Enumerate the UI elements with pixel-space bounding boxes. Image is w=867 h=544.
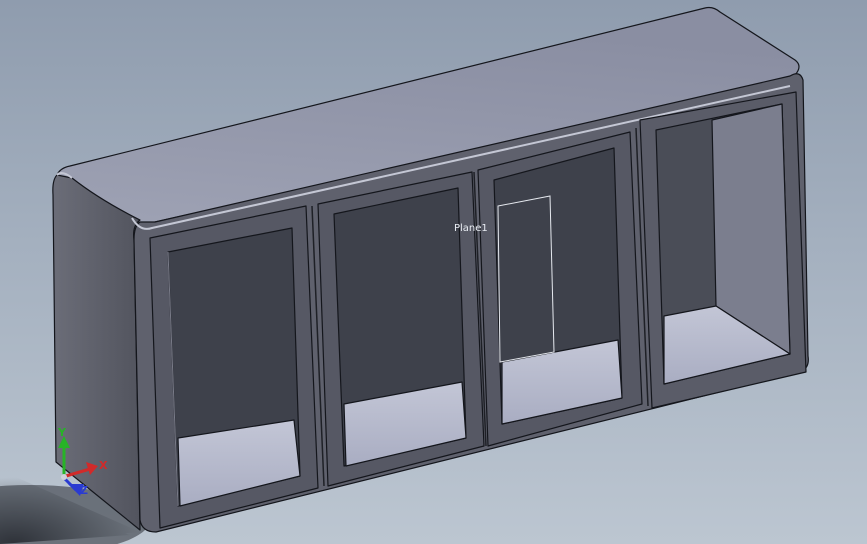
x-axis-label: X [99, 459, 108, 472]
open-compartment[interactable] [639, 91, 807, 409]
door-1[interactable] [149, 205, 319, 529]
graphics-viewport[interactable]: Plane1 Y X Z [0, 0, 867, 544]
z-axis-label: Z [80, 484, 88, 497]
y-axis-label: Y [57, 426, 67, 439]
door-2[interactable] [317, 171, 485, 487]
door-3[interactable] [477, 131, 643, 447]
model-canvas[interactable]: Plane1 Y X Z [0, 0, 867, 544]
plane1-label[interactable]: Plane1 [454, 223, 488, 234]
